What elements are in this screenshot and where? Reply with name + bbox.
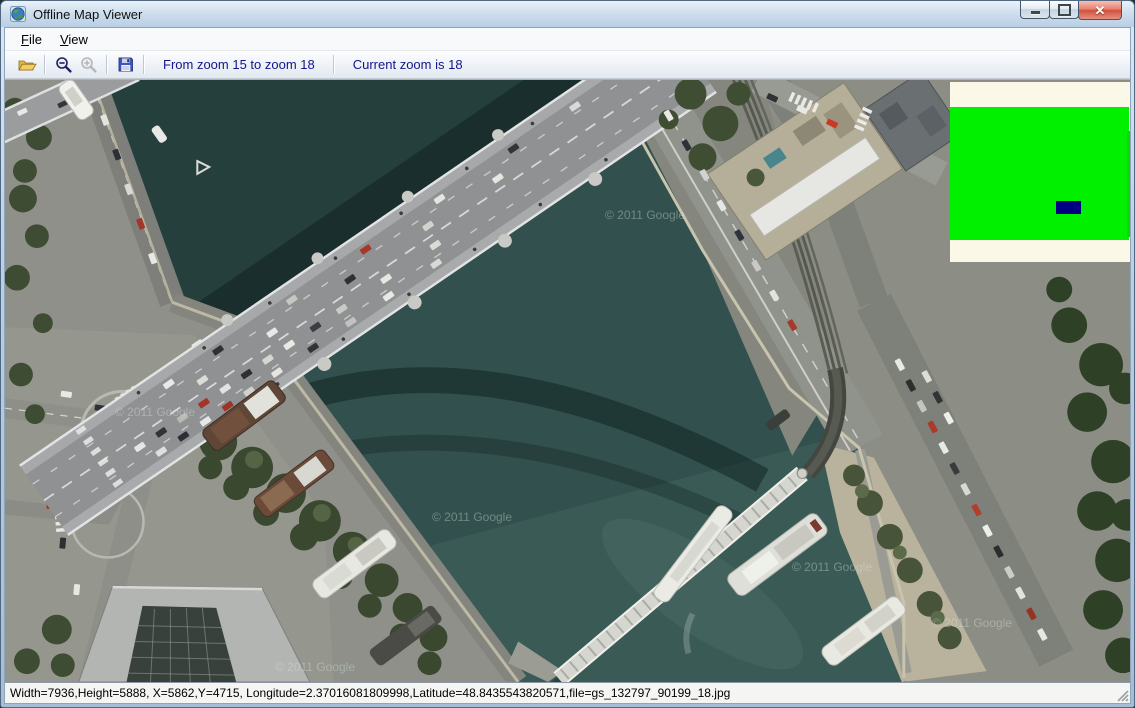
resize-grip[interactable] (1116, 689, 1129, 702)
title-bar[interactable]: Offline Map Viewer ✕ (1, 1, 1134, 27)
window-controls: ✕ (1021, 1, 1122, 20)
zoom-out-icon (55, 56, 73, 74)
toolbar-separator (44, 55, 46, 74)
map-viewport: © 2011 Google © 2011 Google © 2011 Googl… (5, 79, 1130, 682)
zoom-in-icon (80, 56, 98, 74)
minimap-coverage (950, 107, 1129, 240)
toolbar-separator (143, 55, 145, 74)
zoom-in-button[interactable] (76, 53, 101, 76)
maximize-icon (1058, 4, 1071, 16)
minimap-overlay[interactable] (950, 82, 1130, 262)
minimize-icon (1031, 11, 1040, 14)
close-button[interactable]: ✕ (1078, 1, 1122, 20)
current-zoom-label: Current zoom is 18 (340, 57, 476, 72)
menu-bar: File View (5, 28, 1130, 51)
open-folder-icon (17, 57, 37, 73)
toolbar-separator (106, 55, 108, 74)
toolbar: From zoom 15 to zoom 18 Current zoom is … (5, 51, 1130, 79)
status-bar: Width=7936,Height=5888, X=5862,Y=4715, L… (5, 682, 1130, 703)
save-button[interactable] (113, 53, 138, 76)
maximize-button[interactable] (1049, 1, 1079, 19)
menu-file[interactable]: File (12, 30, 51, 49)
status-text: Width=7936,Height=5888, X=5862,Y=4715, L… (10, 686, 730, 700)
save-icon (117, 56, 134, 73)
menu-view[interactable]: View (51, 30, 97, 49)
toolbar-separator (333, 55, 335, 74)
minimap-viewport-rect[interactable] (1056, 201, 1081, 214)
client-area: File View (4, 27, 1131, 704)
globe-map-icon (10, 6, 26, 22)
app-window: Offline Map Viewer ✕ File View (0, 0, 1135, 708)
close-icon: ✕ (1095, 4, 1106, 17)
zoom-out-button[interactable] (51, 53, 76, 76)
minimize-button[interactable] (1020, 1, 1050, 19)
open-folder-button[interactable] (14, 53, 39, 76)
zoom-range-label: From zoom 15 to zoom 18 (150, 57, 328, 72)
minimap-edge-strip (1127, 131, 1130, 237)
window-title: Offline Map Viewer (33, 7, 142, 22)
